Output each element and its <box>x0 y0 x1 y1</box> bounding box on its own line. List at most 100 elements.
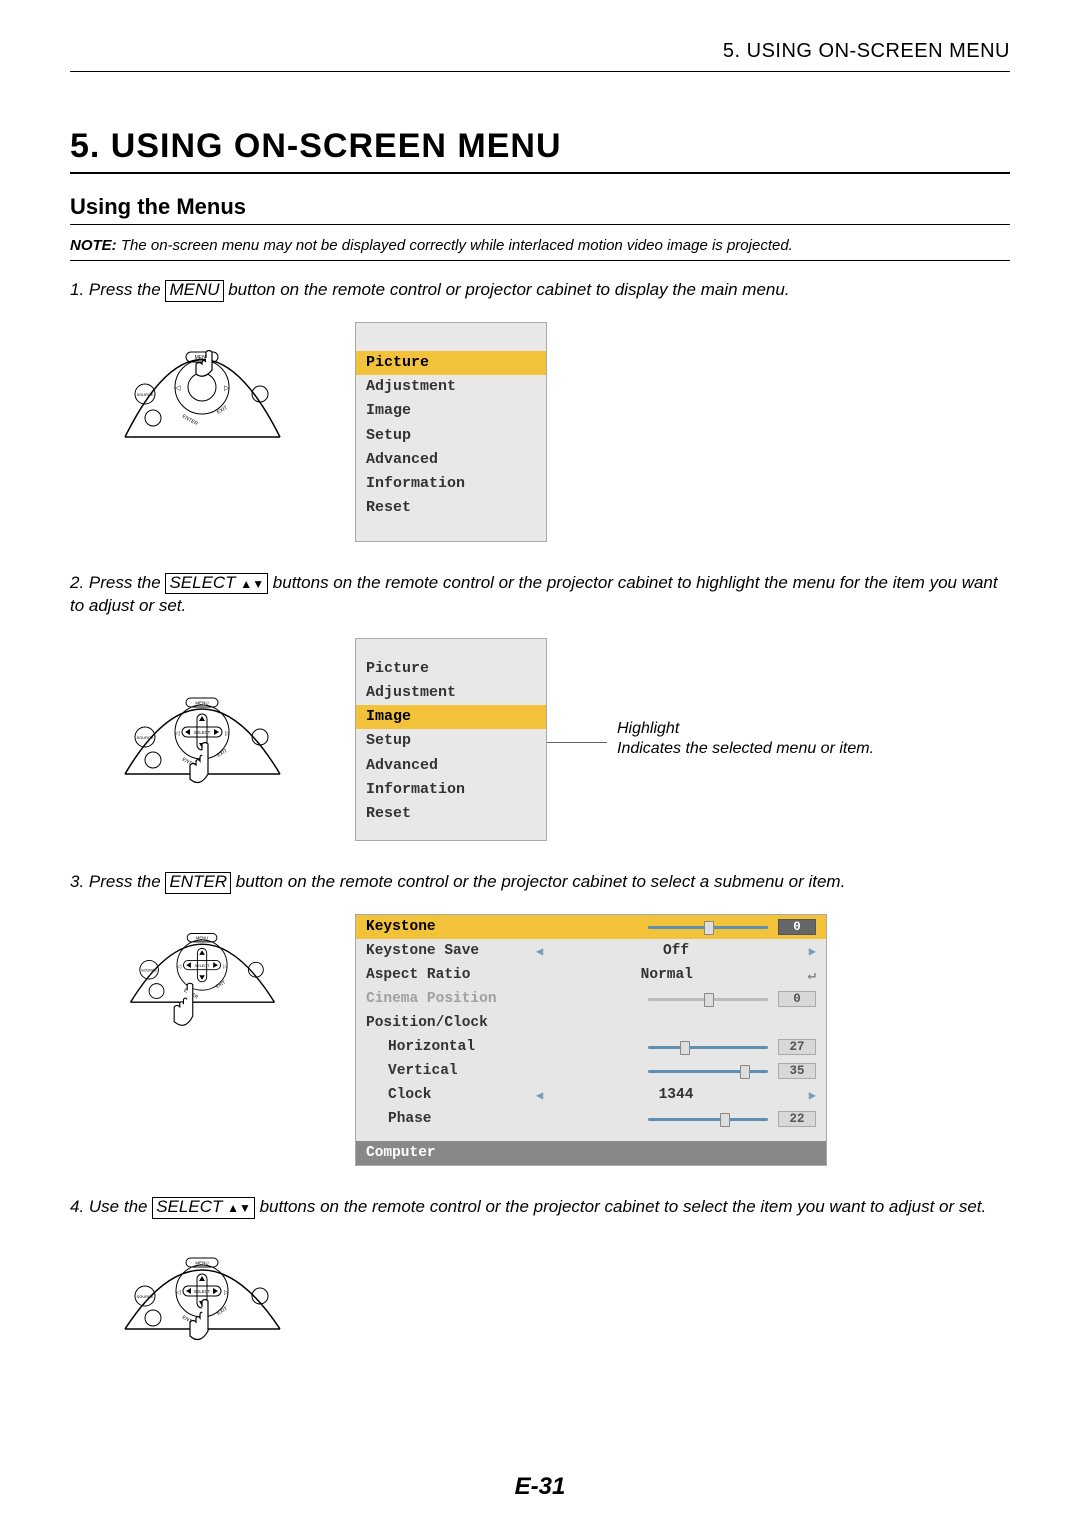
step1-pre: 1. Press the <box>70 280 165 299</box>
callout-connector <box>547 742 607 743</box>
svg-text:◁: ◁ <box>176 1290 181 1296</box>
callout-line1: Highlight <box>617 720 679 737</box>
slider-vertical <box>648 1066 768 1076</box>
section-title: Using the Menus <box>70 194 1010 225</box>
step-2: 2. Press the SELECT buttons on the remot… <box>70 572 1010 618</box>
sub-horizontal-label: Horizontal <box>366 1039 536 1055</box>
val-vertical: 35 <box>778 1063 816 1079</box>
menu-item-information: Information <box>356 472 546 496</box>
svg-text:SELECT: SELECT <box>194 963 210 968</box>
slider-keystone <box>648 922 768 932</box>
key-select-1: SELECT <box>165 573 268 595</box>
enter-arrow-icon: ↵ <box>808 967 816 984</box>
sub-posclock-label: Position/Clock <box>366 1015 536 1031</box>
source-bar: Computer <box>356 1141 826 1165</box>
arrow-right-icon-2: ▶ <box>809 1088 816 1103</box>
svg-text:▷: ▷ <box>224 385 230 392</box>
arrow-left-icon-2: ◀ <box>536 1088 543 1103</box>
svg-text:SOURCE: SOURCE <box>141 969 157 973</box>
svg-text:SOURCE: SOURCE <box>136 392 153 397</box>
slider-cinema <box>648 994 768 1004</box>
svg-text:MENU: MENU <box>195 701 208 706</box>
note-line: NOTE: The on-screen menu may not be disp… <box>70 237 1010 261</box>
svg-text:▷: ▷ <box>223 964 228 970</box>
sub-keystone-save-label: Keystone Save <box>366 943 536 959</box>
sub-horizontal: Horizontal 27 <box>356 1035 826 1059</box>
menu-item-advanced: Advanced <box>356 448 546 472</box>
slider-horizontal <box>648 1042 768 1052</box>
svg-text:◁: ◁ <box>175 385 181 392</box>
svg-text:ENTER: ENTER <box>181 413 199 427</box>
step3-pre: 3. Press the <box>70 872 165 891</box>
sub-aspect-ratio: Aspect Ratio Normal ↵ <box>356 963 826 987</box>
key-enter: ENTER <box>165 872 231 894</box>
note-text: The on-screen menu may not be displayed … <box>117 237 793 254</box>
step-3: 3. Press the ENTER button on the remote … <box>70 871 1010 894</box>
val-clock: 1344 <box>553 1087 799 1103</box>
step3-post: button on the remote control or the proj… <box>231 872 845 891</box>
remote-diagram-2: SELECT MENU SOURCE ◁ ▷ ENTER EXIT <box>120 674 285 804</box>
sub-cinema-position: Cinema Position 0 <box>356 987 826 1011</box>
svg-text:◁: ◁ <box>175 731 180 737</box>
page-number: E-31 <box>0 1473 1080 1501</box>
step-1: 1. Press the MENU button on the remote c… <box>70 279 1010 302</box>
sub-clock-label: Clock <box>366 1087 536 1103</box>
sub-keystone-save: Keystone Save ◀ Off ▶ <box>356 939 826 963</box>
main-menu-1: Picture Adjustment Image Setup Advanced … <box>355 322 547 542</box>
sub-vertical: Vertical 35 <box>356 1059 826 1083</box>
step2-pre: 2. Press the <box>70 573 165 592</box>
svg-text:EXIT: EXIT <box>216 1306 229 1317</box>
val-aspect: Normal <box>536 967 798 983</box>
svg-text:SOURCE: SOURCE <box>136 1294 153 1299</box>
menu2-item-setup: Setup <box>356 729 546 753</box>
menu2-item-adjustment: Adjustment <box>356 681 546 705</box>
svg-text:MENU: MENU <box>195 1261 208 1266</box>
note-label: NOTE: <box>70 237 117 254</box>
svg-text:SELECT: SELECT <box>194 730 211 735</box>
sub-vertical-label: Vertical <box>366 1063 536 1079</box>
val-keystone-save: Off <box>553 943 799 959</box>
slider-phase <box>648 1114 768 1124</box>
arrow-left-icon: ◀ <box>536 944 543 959</box>
svg-text:EXIT: EXIT <box>215 980 227 990</box>
svg-text:◁: ◁ <box>177 964 182 970</box>
sub-keystone-label: Keystone <box>366 919 536 935</box>
step1-post: button on the remote control or projecto… <box>224 280 790 299</box>
chapter-title: 5. USING ON-SCREEN MENU <box>70 127 1010 174</box>
svg-text:▷: ▷ <box>224 1290 229 1296</box>
menu-item-reset: Reset <box>356 496 546 520</box>
running-header: 5. USING ON-SCREEN MENU <box>70 40 1010 72</box>
menu-item-setup: Setup <box>356 424 546 448</box>
svg-text:▷: ▷ <box>225 731 230 737</box>
val-phase: 22 <box>778 1111 816 1127</box>
arrow-right-icon: ▶ <box>809 944 816 959</box>
val-cinema: 0 <box>778 991 816 1007</box>
menu-item-image: Image <box>356 399 546 423</box>
svg-text:SOURCE: SOURCE <box>136 735 153 740</box>
svg-text:MENU: MENU <box>196 936 208 941</box>
step4-post: buttons on the remote control or the pro… <box>255 1197 986 1216</box>
val-keystone: 0 <box>778 919 816 935</box>
remote-diagram-4: SELECT MENU SOURCE ◁ ▷ ENTER EXIT <box>120 1239 285 1359</box>
callout-text: Highlight Indicates the selected menu or… <box>617 719 874 761</box>
step4-pre: 4. Use the <box>70 1197 152 1216</box>
menu2-item-reset: Reset <box>356 802 546 826</box>
sub-phase-label: Phase <box>366 1111 536 1127</box>
key-select-2: SELECT <box>152 1197 255 1219</box>
sub-clock: Clock ◀ 1344 ▶ <box>356 1083 826 1107</box>
image-submenu: Keystone 0 Keystone Save ◀ Off ▶ Aspect … <box>355 914 827 1166</box>
step-4: 4. Use the SELECT buttons on the remote … <box>70 1196 1010 1219</box>
menu2-item-information: Information <box>356 778 546 802</box>
remote-diagram-3: SELECT MENU SOURCE ◁ ▷ ENTER EXIT <box>120 914 285 1044</box>
menu-item-picture: Picture <box>356 351 546 375</box>
svg-text:SELECT: SELECT <box>194 1289 211 1294</box>
sub-cinema-label: Cinema Position <box>366 991 536 1007</box>
menu2-item-advanced: Advanced <box>356 754 546 778</box>
menu2-item-image: Image <box>356 705 546 729</box>
remote-diagram-1: MENU SOURCE ◁ ▷ ENTER EXIT <box>120 322 285 452</box>
menu-item-adjustment: Adjustment <box>356 375 546 399</box>
sub-position-clock: Position/Clock <box>356 1011 826 1035</box>
menu2-item-picture: Picture <box>356 657 546 681</box>
svg-text:EXIT: EXIT <box>216 748 229 759</box>
callout-line2: Indicates the selected menu or item. <box>617 740 874 757</box>
